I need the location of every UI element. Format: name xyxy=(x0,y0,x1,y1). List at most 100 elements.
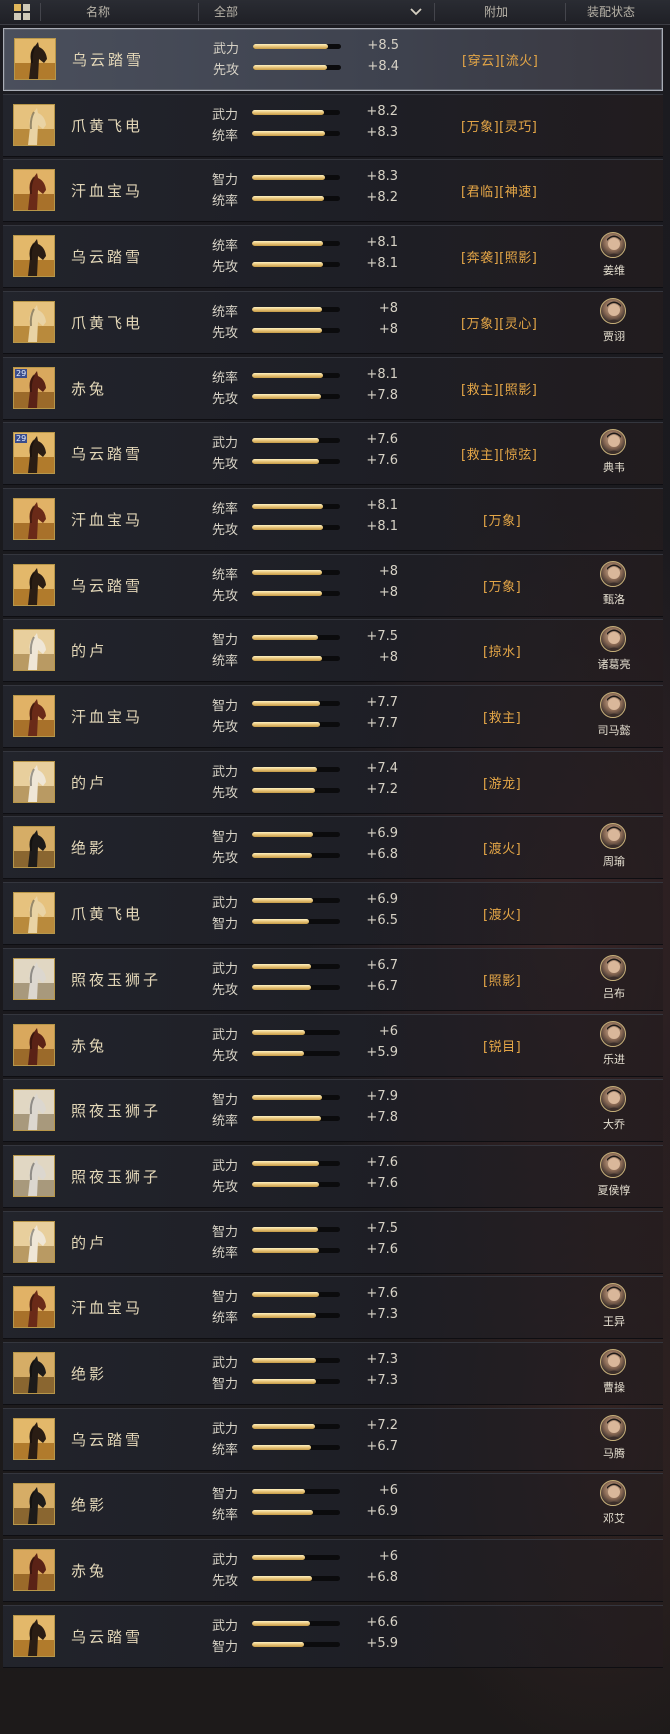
filter-dropdown-value[interactable]: 全部 xyxy=(214,0,238,24)
general-avatar[interactable] xyxy=(600,1020,626,1047)
horse-row[interactable]: 汗血宝马 智力 +7.6 统率 +7.3 王异 xyxy=(3,1276,663,1340)
stat-value: +8.1 xyxy=(366,518,398,534)
silver-horse-icon xyxy=(13,1154,55,1197)
horse-row[interactable]: 爪黄飞电 统率 +8 先攻 +8 [万象][灵心] 贾诩 xyxy=(3,290,663,354)
general-avatar[interactable] xyxy=(600,1480,626,1507)
extra-traits: [穿云][流火] xyxy=(462,54,539,69)
general-avatar[interactable] xyxy=(600,1086,626,1113)
horse-row[interactable]: 汗血宝马 智力 +8.3 统率 +8.2 [君临][神速] xyxy=(3,159,663,223)
general-avatar[interactable] xyxy=(600,954,626,981)
horse-name: 汗血宝马 xyxy=(71,708,144,726)
stat-bar-fill xyxy=(252,701,320,706)
horse-name: 爪黄飞电 xyxy=(71,313,144,332)
general-name: 夏侯惇 xyxy=(597,1183,631,1197)
general-avatar[interactable] xyxy=(600,626,626,653)
equip-status[interactable]: 曹操 xyxy=(585,1349,643,1399)
grid-view-icon[interactable] xyxy=(14,4,30,20)
header-equip-status[interactable]: 装配状态 xyxy=(587,0,635,24)
horse-row[interactable]: 绝影 智力 +6.9 先攻 +6.8 [渡火] 周瑜 xyxy=(3,816,663,880)
general-avatar[interactable] xyxy=(600,1151,626,1178)
general-avatar[interactable] xyxy=(600,692,626,718)
stat-bar-fill xyxy=(252,1576,312,1582)
stat-label: 武力 xyxy=(212,1158,239,1174)
horse-row[interactable]: 的卢 智力 +7.5 统率 +8 [掠水] 诸葛亮 xyxy=(3,619,663,683)
horse-row[interactable]: 绝影 武力 +7.3 智力 +7.3 曹操 xyxy=(3,1342,663,1405)
stat-label: 智力 xyxy=(212,830,239,846)
stat-bar-fill xyxy=(252,1510,313,1516)
equip-status[interactable]: 王异 xyxy=(585,1283,643,1333)
chevron-down-icon[interactable] xyxy=(410,6,422,18)
horse-row[interactable]: 照夜玉狮子 武力 +6.7 先攻 +6.7 [照影] 吕布 xyxy=(3,947,663,1011)
horse-row[interactable]: 照夜玉狮子 武力 +7.6 先攻 +7.6 夏侯惇 xyxy=(3,1144,663,1208)
stat-label: 先攻 xyxy=(212,1574,239,1590)
horse-row[interactable]: 乌云踏雪 武力 +6.6 智力 +5.9 xyxy=(3,1604,663,1668)
general-avatar[interactable] xyxy=(600,1283,626,1310)
black-horse-icon xyxy=(14,38,56,80)
silver-horse-icon xyxy=(13,957,55,1000)
general-avatar[interactable] xyxy=(600,560,626,587)
equip-status[interactable]: 邓艾 xyxy=(585,1480,643,1530)
stat-bar-fill xyxy=(252,393,321,399)
equip-status[interactable]: 周瑜 xyxy=(585,823,643,873)
horse-row[interactable]: 赤兔 武力 +6 先攻 +6.8 xyxy=(3,1539,663,1603)
horse-row[interactable]: 乌云踏雪 统率 +8.1 先攻 +8.1 [奔袭][照影] 姜维 xyxy=(3,225,663,289)
equip-status[interactable]: 马腾 xyxy=(585,1414,643,1465)
equip-status[interactable]: 司马懿 xyxy=(585,692,643,742)
header-divider xyxy=(40,3,41,21)
red-hare-horse-icon: 29 xyxy=(13,366,55,409)
stat-bar-fill xyxy=(252,130,326,136)
stat-value: +7.3 xyxy=(366,1307,398,1323)
horse-row[interactable]: 的卢 武力 +7.4 先攻 +7.2 [游龙] xyxy=(3,750,663,814)
stat-value: +7.6 xyxy=(366,1154,398,1170)
horse-row[interactable]: 汗血宝马 智力 +7.7 先攻 +7.7 [救主] 司马懿 xyxy=(3,685,663,748)
equip-status[interactable]: 姜维 xyxy=(585,232,643,282)
horse-row[interactable]: 29 赤兔 统率 +8.1 先攻 +7.8 [救主][照影] xyxy=(3,356,663,420)
stat-value: +8.3 xyxy=(366,169,398,185)
black-horse-icon xyxy=(13,1614,55,1657)
general-avatar[interactable] xyxy=(600,429,626,456)
equip-status[interactable]: 夏侯惇 xyxy=(585,1151,643,1202)
equip-status[interactable]: 大乔 xyxy=(585,1086,643,1136)
horse-row[interactable]: 乌云踏雪 武力 +7.2 统率 +6.7 马腾 xyxy=(3,1407,663,1471)
pale-horse-icon xyxy=(13,629,55,672)
general-name: 司马懿 xyxy=(597,724,631,737)
equip-status[interactable]: 乐进 xyxy=(585,1020,643,1071)
general-name: 大乔 xyxy=(603,1118,625,1132)
stat-label: 先攻 xyxy=(212,785,239,801)
general-avatar[interactable] xyxy=(600,297,626,324)
horse-row[interactable]: 照夜玉狮子 智力 +7.9 统率 +7.8 大乔 xyxy=(3,1079,663,1143)
equip-status[interactable]: 吕布 xyxy=(585,954,643,1005)
stat-value: +5.9 xyxy=(366,1044,398,1060)
horse-row[interactable]: 绝影 智力 +6 统率 +6.9 邓艾 xyxy=(3,1473,663,1537)
equip-status[interactable]: 贾诩 xyxy=(585,297,643,348)
equip-status[interactable]: 典韦 xyxy=(585,429,643,479)
horse-row[interactable]: 赤兔 武力 +6 先攻 +5.9 [锐目] 乐进 xyxy=(3,1013,663,1077)
general-avatar[interactable] xyxy=(600,823,626,850)
general-avatar[interactable] xyxy=(600,232,626,259)
stat-label: 先攻 xyxy=(212,982,239,998)
stat-bar-fill xyxy=(252,262,324,268)
equip-status[interactable]: 诸葛亮 xyxy=(585,626,643,676)
horse-row[interactable]: 爪黄飞电 武力 +8.2 统率 +8.3 [万象][灵巧] xyxy=(3,93,663,157)
stat-bar-fill xyxy=(252,196,325,202)
stat-value: +8.4 xyxy=(367,59,399,74)
stat-label: 智力 xyxy=(212,633,239,649)
stat-bar-fill xyxy=(252,722,320,727)
horse-row[interactable]: 爪黄飞电 武力 +6.9 智力 +6.5 [渡火] xyxy=(3,882,663,946)
equip-status[interactable]: 甄洛 xyxy=(585,560,643,611)
stat-label: 武力 xyxy=(212,1553,239,1569)
stat-value: +7.2 xyxy=(366,781,398,797)
general-avatar[interactable] xyxy=(600,1414,626,1441)
horse-row[interactable]: 29 乌云踏雪 武力 +7.6 先攻 +7.6 [救主][惊弦] 典韦 xyxy=(3,422,663,486)
horse-row[interactable]: 汗血宝马 统率 +8.1 先攻 +8.1 [万象] xyxy=(3,487,663,551)
stat-bar-fill xyxy=(252,372,324,378)
horse-row[interactable]: 乌云踏雪 武力 +8.5 先攻 +8.4 [穿云][流火] xyxy=(3,28,663,91)
stat-bar-fill xyxy=(252,569,323,575)
general-name: 乐进 xyxy=(603,1052,625,1066)
general-avatar[interactable] xyxy=(600,1349,626,1375)
header-extra[interactable]: 附加 xyxy=(484,0,508,24)
header-name[interactable]: 名称 xyxy=(86,0,110,24)
horse-row[interactable]: 乌云踏雪 统率 +8 先攻 +8 [万象] 甄洛 xyxy=(3,553,663,617)
horse-row[interactable]: 的卢 智力 +7.5 统率 +7.6 xyxy=(3,1210,663,1274)
stat-value: +8.3 xyxy=(366,124,398,140)
